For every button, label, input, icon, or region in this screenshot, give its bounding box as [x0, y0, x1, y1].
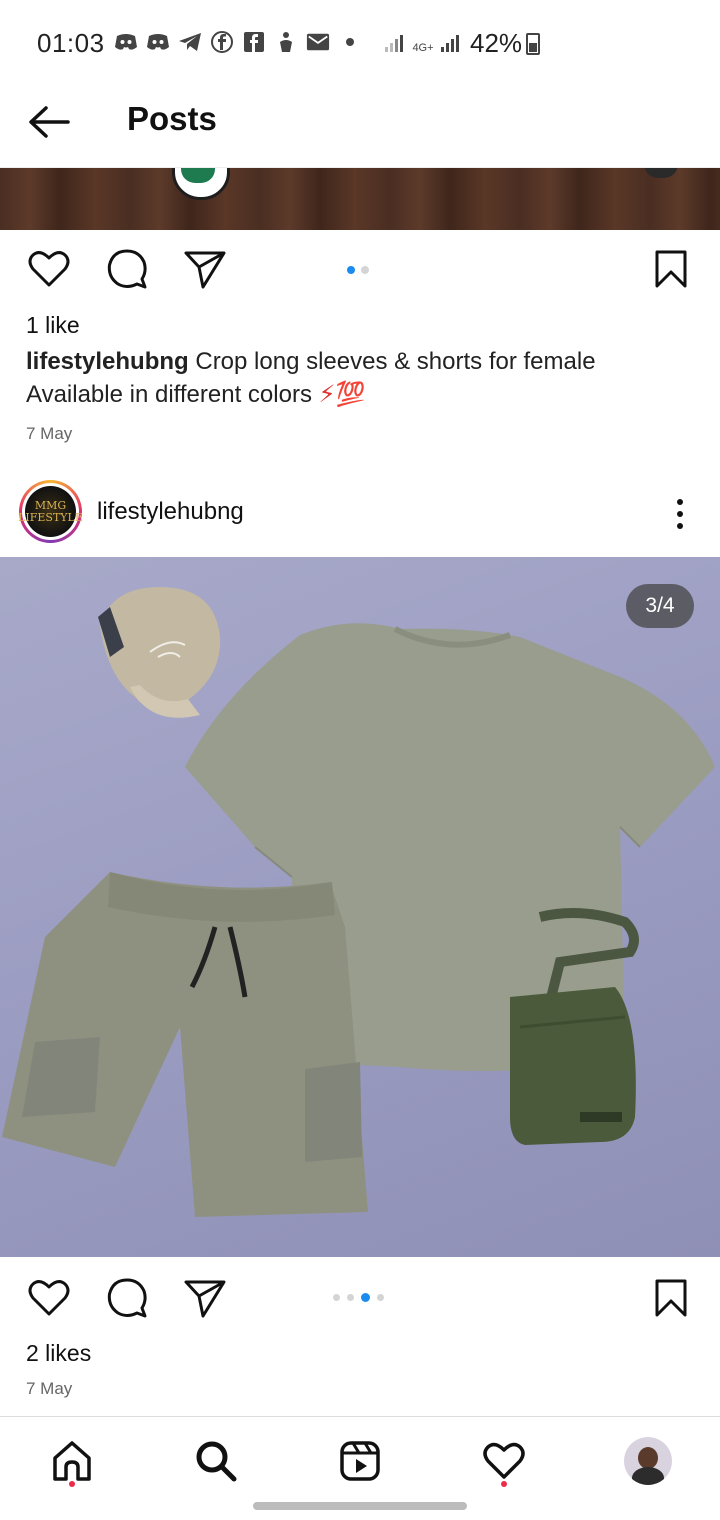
comment-button[interactable] — [102, 1273, 152, 1323]
post2-actions — [0, 1273, 720, 1353]
discord-icon — [114, 30, 138, 54]
carousel-dot — [361, 1293, 370, 1302]
carousel-dot — [347, 1294, 354, 1301]
post2-like-count[interactable]: 2 likes — [26, 1340, 91, 1367]
discord-icon — [146, 30, 170, 54]
arrow-left-icon — [29, 106, 70, 138]
battery-icon — [526, 33, 540, 55]
comment-icon — [107, 249, 147, 289]
activity-notification-dot — [501, 1481, 507, 1487]
cap-graphic — [98, 587, 221, 718]
status-notification-icons — [114, 30, 362, 54]
caption-text-line2: Available in different colors — [26, 381, 312, 408]
carousel-dot — [333, 1294, 340, 1301]
heart-icon — [28, 1280, 70, 1316]
like-button[interactable] — [24, 244, 74, 294]
post1-date: 7 May — [26, 424, 73, 443]
mail-icon — [306, 30, 330, 54]
status-time: 01:03 — [37, 28, 105, 58]
bookmark-icon — [655, 1279, 687, 1317]
avatar[interactable]: MMG LIFESTYLE — [18, 480, 83, 543]
post1-like-count[interactable]: 1 like — [26, 312, 80, 339]
post2-image[interactable]: 3/4 — [0, 557, 720, 1257]
reels-icon — [340, 1441, 380, 1481]
back-button[interactable] — [26, 102, 72, 142]
home-icon — [53, 1441, 91, 1481]
nav-reels[interactable] — [332, 1433, 388, 1489]
post2-date: 7 May — [26, 1379, 73, 1398]
profile-avatar — [624, 1437, 672, 1485]
outfit-photo — [2, 587, 715, 1217]
app-header: Posts — [0, 88, 720, 168]
search-icon — [196, 1441, 237, 1482]
heart-icon — [28, 251, 70, 287]
carousel-dot — [347, 266, 355, 274]
nav-profile[interactable] — [620, 1433, 676, 1489]
more-options-button[interactable] — [664, 494, 696, 534]
nav-search[interactable] — [188, 1433, 244, 1489]
home-notification-dot — [69, 1481, 75, 1487]
signal-icon — [385, 35, 403, 52]
page-title: Posts — [127, 100, 217, 137]
send-icon — [184, 251, 226, 289]
avatar-image: MMG LIFESTYLE — [18, 486, 83, 537]
save-button[interactable] — [646, 244, 696, 294]
shorts-graphic — [2, 872, 368, 1217]
share-button[interactable] — [180, 1273, 230, 1323]
facebook-icon — [210, 30, 234, 54]
carousel-dot — [377, 1294, 384, 1301]
post1-caption: lifestylehubng Crop long sleeves & short… — [26, 345, 696, 411]
network-type: 4G+ — [412, 42, 434, 54]
shoe-graphic — [644, 168, 678, 178]
caption-emoji: ⚡💯 — [318, 381, 366, 408]
dot-icon — [338, 30, 362, 54]
signal-icon — [441, 35, 459, 52]
caption-text-line1: Crop long sleeves & shorts for female — [195, 348, 596, 375]
share-button[interactable] — [180, 244, 230, 294]
save-button[interactable] — [646, 1273, 696, 1323]
post1-image[interactable] — [0, 168, 720, 230]
carousel-indicator — [333, 1293, 384, 1302]
heart-icon — [483, 1442, 525, 1479]
post2-header: MMG LIFESTYLE lifestylehubng — [0, 476, 720, 556]
like-button[interactable] — [24, 1273, 74, 1323]
caption-username[interactable]: lifestylehubng — [26, 348, 189, 375]
comment-icon — [107, 1278, 147, 1318]
gesture-bar[interactable] — [253, 1502, 467, 1510]
battery-percent: 42% — [470, 28, 523, 58]
more-icon — [677, 499, 683, 505]
image-counter: 3/4 — [626, 584, 694, 628]
bookmark-icon — [655, 250, 687, 288]
telegram-icon — [178, 30, 202, 54]
status-bar: 01:03 4G+ 42% — [0, 0, 720, 88]
send-icon — [184, 1280, 226, 1318]
post1-actions — [0, 244, 720, 324]
notification-icon — [274, 30, 298, 54]
carousel-indicator — [347, 266, 369, 274]
post2-username[interactable]: lifestylehubng — [97, 498, 244, 526]
sneaker-graphic — [172, 168, 230, 200]
carousel-dot — [361, 266, 369, 274]
signal-indicators: 4G+ — [384, 32, 462, 54]
comment-button[interactable] — [102, 244, 152, 294]
facebook-icon — [242, 30, 266, 54]
